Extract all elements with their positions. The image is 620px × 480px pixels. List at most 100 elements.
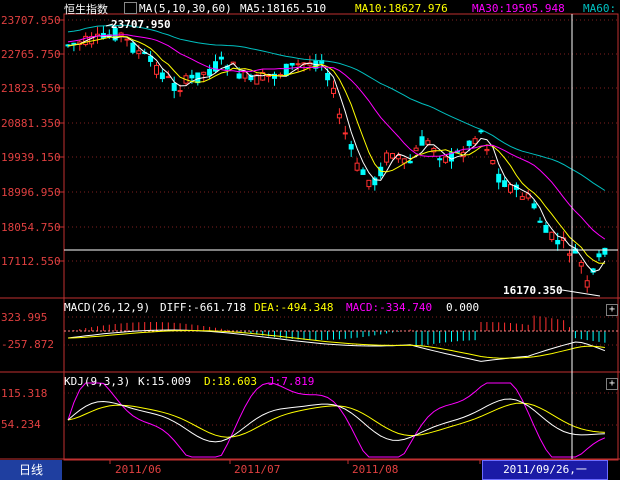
ma30-value: MA30:19505.948 bbox=[472, 2, 565, 15]
candle bbox=[71, 42, 77, 45]
kdj-d-line bbox=[67, 402, 605, 438]
candle bbox=[425, 140, 431, 145]
candle bbox=[189, 74, 195, 79]
candle bbox=[236, 73, 242, 79]
kdj-label: KDJ(9,3,3) bbox=[64, 375, 131, 388]
price-axis-label: 20881.350 bbox=[1, 117, 61, 130]
candle bbox=[207, 68, 213, 76]
candle bbox=[165, 76, 171, 79]
candle bbox=[596, 253, 602, 258]
candle bbox=[466, 140, 472, 146]
ma5-line bbox=[67, 35, 606, 273]
period-tab-daily[interactable]: 日线 bbox=[0, 460, 62, 480]
candle bbox=[136, 50, 142, 55]
candle bbox=[531, 203, 537, 209]
candle bbox=[354, 162, 360, 171]
macd-axis-label: 323.995 bbox=[1, 311, 48, 324]
candle bbox=[130, 42, 136, 53]
candle bbox=[289, 62, 295, 66]
price-axis-label: 23707.950 bbox=[1, 14, 61, 27]
candle bbox=[325, 72, 331, 81]
candle bbox=[502, 180, 508, 188]
candle bbox=[549, 231, 555, 241]
macd-diff: DIFF:-661.718 bbox=[160, 301, 247, 314]
candle bbox=[413, 147, 419, 152]
ma60-value: MA60: bbox=[583, 2, 617, 15]
price-axis-label: 17112.550 bbox=[1, 255, 61, 268]
candle bbox=[213, 61, 218, 72]
candle bbox=[154, 64, 159, 75]
candle bbox=[159, 72, 165, 80]
candle bbox=[567, 253, 572, 256]
candle bbox=[484, 148, 490, 152]
candle bbox=[366, 179, 372, 188]
ma-label: MA(5,10,30,60) bbox=[139, 2, 232, 15]
ma10-line bbox=[67, 35, 605, 264]
candle bbox=[578, 261, 584, 267]
macd-label: MACD(26,12,9) bbox=[64, 301, 151, 314]
x-axis-label: 2011/06 bbox=[115, 463, 162, 476]
candle bbox=[124, 38, 130, 41]
macd-value: MACD:-334.740 bbox=[346, 301, 433, 314]
x-axis-label: 2011/08 bbox=[352, 463, 399, 476]
candle bbox=[195, 72, 201, 84]
candle bbox=[295, 63, 301, 66]
candle bbox=[584, 280, 590, 288]
kdj-expand-button[interactable]: + bbox=[606, 378, 618, 390]
candle bbox=[478, 130, 484, 133]
kdj-j-line bbox=[67, 382, 606, 458]
candle bbox=[602, 247, 608, 255]
index-name: 恒生指数 bbox=[64, 3, 108, 16]
candle bbox=[384, 152, 390, 163]
chart-canvas[interactable] bbox=[0, 0, 620, 480]
kdj-axis-label: 54.234 bbox=[1, 418, 41, 431]
macd-diff-line bbox=[67, 329, 606, 362]
cursor-date-box: 2011/09/26,一 bbox=[482, 460, 608, 480]
price-axis-label: 22765.750 bbox=[1, 48, 61, 61]
candle bbox=[201, 71, 207, 75]
candle bbox=[508, 184, 513, 193]
candle bbox=[218, 56, 224, 60]
candle bbox=[348, 144, 354, 150]
high-annotation: 23707.950 bbox=[111, 18, 171, 31]
ma-toggle-icon[interactable] bbox=[124, 2, 137, 14]
candle bbox=[171, 82, 177, 91]
candle bbox=[519, 196, 525, 200]
price-axis-label: 21823.550 bbox=[1, 82, 61, 95]
candle bbox=[543, 225, 549, 233]
x-axis-label: 2011/07 bbox=[234, 463, 281, 476]
price-axis-label: 18996.950 bbox=[1, 186, 61, 199]
candle bbox=[555, 239, 561, 245]
candle bbox=[390, 153, 395, 159]
candle bbox=[177, 90, 183, 93]
candle bbox=[242, 71, 248, 79]
kdj-axis-label: 115.318 bbox=[1, 387, 48, 400]
candle bbox=[472, 138, 478, 145]
candle bbox=[283, 63, 289, 77]
candle bbox=[437, 158, 443, 161]
ma60-line bbox=[67, 24, 606, 191]
price-axis-label: 19939.150 bbox=[1, 151, 61, 164]
macd-zero: 0.000 bbox=[446, 301, 480, 314]
price-axis-label: 18054.750 bbox=[1, 221, 61, 234]
chart-window: 恒生指数 MA(5,10,30,60) MA5:18165.510 MA10:1… bbox=[0, 0, 620, 480]
low-annotation: 16170.350 bbox=[503, 284, 563, 297]
candle bbox=[331, 87, 336, 94]
candle bbox=[360, 169, 366, 175]
candle bbox=[537, 220, 543, 223]
kdj-j: J:7.819 bbox=[268, 375, 315, 388]
candle bbox=[496, 173, 502, 183]
low-pointer bbox=[561, 289, 601, 297]
macd-expand-button[interactable]: + bbox=[606, 304, 618, 316]
candle bbox=[443, 156, 449, 163]
ma10-value: MA10:18627.976 bbox=[355, 2, 448, 15]
candle bbox=[490, 160, 496, 165]
macd-axis-label: -257.872 bbox=[1, 338, 54, 351]
candle bbox=[254, 74, 260, 85]
ma30-line bbox=[67, 34, 606, 240]
macd-dea: DEA:-494.348 bbox=[254, 301, 334, 314]
candle bbox=[419, 136, 425, 146]
kdj-k: K:15.009 bbox=[138, 375, 191, 388]
candle bbox=[336, 113, 342, 119]
ma5-value: MA5:18165.510 bbox=[240, 2, 327, 15]
